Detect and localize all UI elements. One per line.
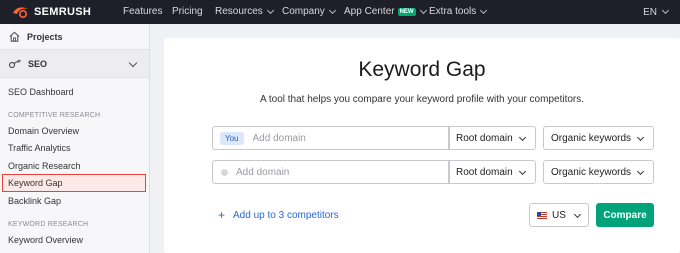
home-icon <box>9 31 20 42</box>
nav-pricing-label: Pricing <box>172 6 203 17</box>
divider <box>449 127 450 149</box>
root-domain-select-2[interactable]: Root domain <box>449 160 536 184</box>
compare-button[interactable]: Compare <box>596 203 654 227</box>
nav-features[interactable]: Features <box>123 6 162 17</box>
chevron-down-icon <box>480 6 488 14</box>
organic-keywords-select-1-label: Organic keywords <box>551 132 632 144</box>
semrush-logo[interactable]: SEMRUSH <box>12 5 112 19</box>
competitor-domain-input[interactable] <box>236 166 416 178</box>
nav-pricing[interactable]: Pricing <box>172 6 203 17</box>
add-competitors-link[interactable]: + Add up to 3 competitors <box>218 208 339 222</box>
sidebar-item-traffic-analytics[interactable]: Traffic Analytics <box>8 143 71 153</box>
divider <box>449 161 450 183</box>
new-badge: NEW <box>397 7 416 16</box>
key-icon <box>8 58 21 68</box>
sidebar-item-seo-dashboard[interactable]: SEO Dashboard <box>8 87 74 97</box>
sidebar-item-projects[interactable]: Projects <box>0 24 149 50</box>
plus-icon: + <box>218 208 226 222</box>
language-label: EN <box>643 6 657 18</box>
sidebar-item-seo-label: SEO <box>28 58 48 69</box>
chevron-down-icon <box>636 133 645 142</box>
page-subtitle: A tool that helps you compare your keywo… <box>259 94 585 105</box>
root-domain-select-1[interactable]: Root domain <box>449 126 536 150</box>
language-selector[interactable]: EN <box>643 0 670 24</box>
competitor-color-dot <box>221 168 228 176</box>
us-flag-icon <box>537 211 547 219</box>
your-domain-field[interactable]: You <box>212 126 449 150</box>
chevron-down-icon <box>518 133 527 142</box>
sidebar-item-organic-research[interactable]: Organic Research <box>8 161 81 171</box>
your-domain-input[interactable] <box>252 132 433 144</box>
organic-keywords-select-1[interactable]: Organic keywords <box>543 126 654 150</box>
top-navigation-bar: SEMRUSH Features Pricing Resources Compa… <box>0 0 680 24</box>
nav-features-label: Features <box>123 6 163 17</box>
semrush-logo-icon <box>13 7 28 19</box>
chevron-down-icon <box>419 6 427 14</box>
organic-keywords-select-2[interactable]: Organic keywords <box>543 160 654 184</box>
chevron-down-icon <box>328 6 336 14</box>
country-select-label: US <box>552 209 566 221</box>
sidebar-item-backlink-gap[interactable]: Backlink Gap <box>8 196 61 206</box>
chevron-down-icon[interactable] <box>128 58 138 68</box>
sidebar-item-keyword-gap[interactable]: Keyword Gap <box>2 174 146 192</box>
you-badge: You <box>220 131 244 145</box>
add-competitors-label: Add up to 3 competitors <box>233 209 339 221</box>
sidebar-header-keyword-research: KEYWORD RESEARCH <box>8 221 89 228</box>
sidebar-header-competitive-research: COMPETITIVE RESEARCH <box>8 112 101 119</box>
sidebar-item-projects-label: Projects <box>27 31 63 42</box>
chevron-down-icon <box>661 6 670 15</box>
nav-app-center[interactable]: App Center NEW <box>344 6 427 17</box>
page-title: Keyword Gap <box>358 58 486 81</box>
competitor-domain-field[interactable] <box>212 160 449 184</box>
nav-company-label: Company <box>282 6 325 17</box>
nav-app-center-label: App Center <box>344 6 395 17</box>
organic-keywords-select-2-label: Organic keywords <box>551 166 632 178</box>
sidebar-item-seo[interactable]: SEO <box>0 50 149 78</box>
nav-resources-label: Resources <box>215 6 263 17</box>
nav-extra-tools[interactable]: Extra tools <box>429 6 488 17</box>
nav-resources[interactable]: Resources <box>215 6 274 17</box>
chevron-down-icon <box>266 6 274 14</box>
sidebar: Projects SEO SEO Dashboard COMPETITIVE R… <box>0 24 150 253</box>
sidebar-item-keyword-overview[interactable]: Keyword Overview <box>8 235 83 245</box>
sidebar-item-keyword-gap-label: Keyword Gap <box>8 178 63 188</box>
nav-extra-tools-label: Extra tools <box>429 6 477 17</box>
chevron-down-icon <box>518 167 527 176</box>
logo-text: SEMRUSH <box>34 6 92 18</box>
chevron-down-icon <box>636 167 645 176</box>
root-domain-select-1-label: Root domain <box>456 132 513 144</box>
root-domain-select-2-label: Root domain <box>456 166 513 178</box>
chevron-down-icon <box>573 210 582 219</box>
sidebar-item-domain-overview[interactable]: Domain Overview <box>8 126 79 136</box>
nav-company[interactable]: Company <box>282 6 336 17</box>
country-select[interactable]: US <box>529 203 589 227</box>
